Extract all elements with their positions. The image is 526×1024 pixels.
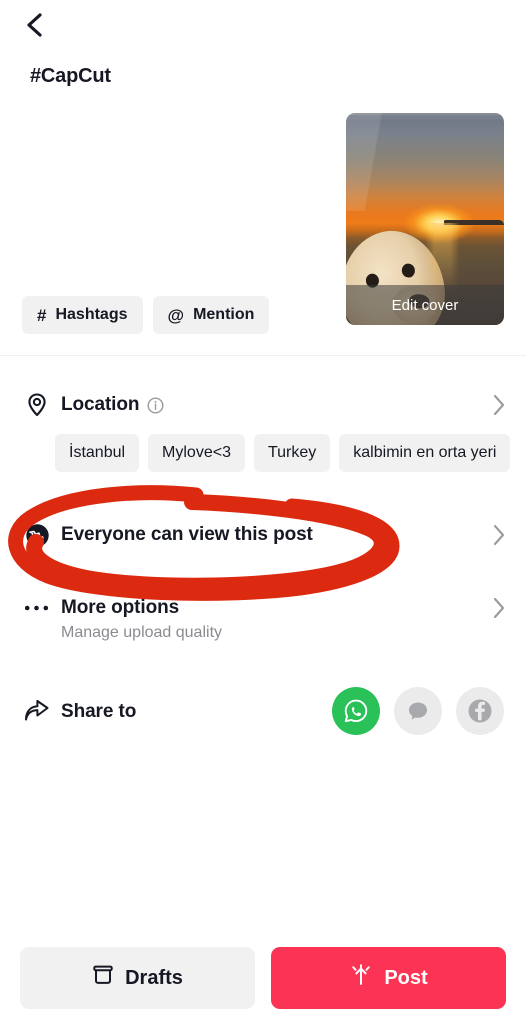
whatsapp-share-icon[interactable] xyxy=(332,687,380,735)
upload-sparkle-icon xyxy=(349,963,373,993)
drafts-box-icon xyxy=(92,964,114,992)
location-label: Location xyxy=(61,394,140,415)
facebook-share-icon[interactable] xyxy=(456,687,504,735)
chevron-left-icon xyxy=(24,12,46,43)
location-chip[interactable]: Mylove<3 xyxy=(148,434,245,472)
info-circle-icon[interactable] xyxy=(147,396,164,414)
share-arrow-icon xyxy=(22,697,52,727)
caption-area: #CapCut Edit cover xyxy=(0,52,526,325)
caption-input[interactable]: #CapCut xyxy=(30,63,111,89)
drafts-button[interactable]: Drafts xyxy=(20,947,255,1009)
tag-buttons-row: # Hashtags @ Mention xyxy=(22,296,270,334)
dog-eye-right xyxy=(401,262,417,279)
cover-thumbnail[interactable]: Edit cover xyxy=(346,113,504,325)
more-options-label: More options xyxy=(61,597,180,618)
share-targets xyxy=(332,687,504,735)
location-chip[interactable]: İstanbul xyxy=(55,434,140,472)
row-privacy[interactable]: Everyone can view this post xyxy=(0,515,526,555)
mention-label: Mention xyxy=(193,306,255,323)
row-location[interactable]: Location xyxy=(0,385,526,425)
hashtags-label: Hashtags xyxy=(55,306,128,323)
post-button[interactable]: Post xyxy=(271,947,506,1009)
ellipsis-icon xyxy=(22,593,52,623)
edit-cover-button[interactable]: Edit cover xyxy=(346,285,504,325)
sms-share-icon[interactable] xyxy=(394,687,442,735)
chevron-right-icon xyxy=(492,394,506,416)
back-button[interactable] xyxy=(14,6,56,48)
bottom-action-bar: Drafts Post xyxy=(0,932,526,1024)
post-label: Post xyxy=(384,966,428,989)
at-icon: @ xyxy=(167,305,185,325)
post-upload-screen: #CapCut Edit cover # Hashtags @ Mention xyxy=(0,0,526,1024)
share-to-label: Share to xyxy=(61,701,137,722)
chevron-right-icon xyxy=(492,597,506,619)
top-bar xyxy=(0,0,526,52)
hashtags-button[interactable]: # Hashtags xyxy=(22,296,143,334)
map-pin-icon xyxy=(22,390,52,420)
location-suggestions: İstanbul Mylove<3 Turkey kalbimin en ort… xyxy=(0,434,526,474)
mention-button[interactable]: @ Mention xyxy=(152,296,270,334)
shoreline xyxy=(443,220,504,226)
section-divider xyxy=(0,355,526,356)
drafts-label: Drafts xyxy=(125,966,183,989)
location-chip[interactable]: kalbimin en orta yeri xyxy=(339,434,511,472)
privacy-label: Everyone can view this post xyxy=(61,524,313,545)
globe-icon xyxy=(22,520,52,550)
row-more-options[interactable]: More options xyxy=(0,588,526,628)
hashtag-icon: # xyxy=(37,305,47,325)
location-chip[interactable]: Turkey xyxy=(253,434,331,472)
more-options-subtitle: Manage upload quality xyxy=(61,624,223,641)
chevron-right-icon xyxy=(492,524,506,546)
